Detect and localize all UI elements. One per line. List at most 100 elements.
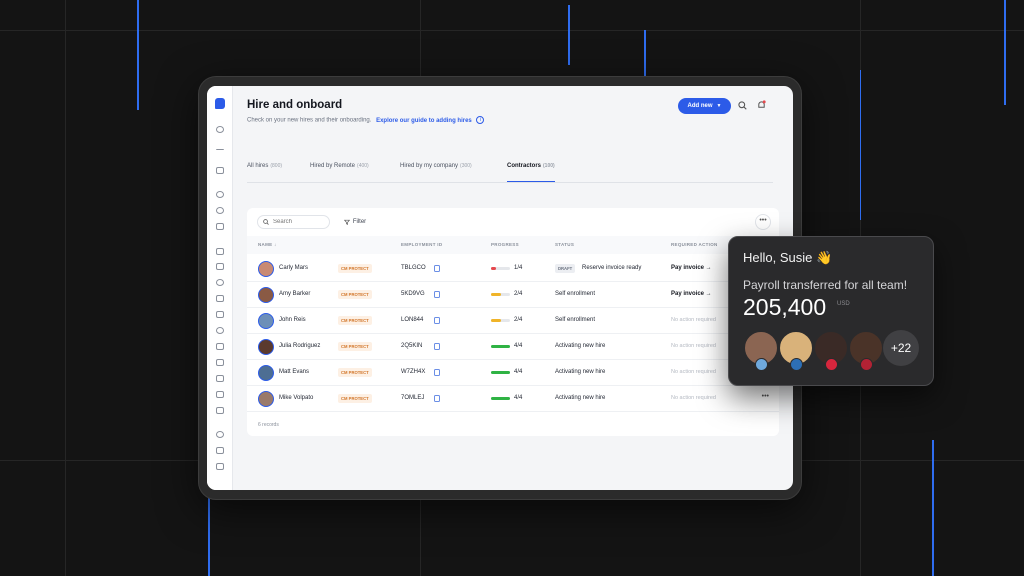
search-icon[interactable] — [738, 101, 747, 110]
status-text: Activating new hire — [555, 343, 606, 349]
column-header-status: STATUS — [555, 242, 575, 247]
copy-icon[interactable] — [434, 317, 440, 324]
profile-icon[interactable] — [216, 463, 224, 470]
table-row[interactable]: Mike Volpato CM PROTECT 7OMLEJ 4/4 Activ… — [247, 386, 779, 412]
tab-bar: All hires (800) Hired by Remote (400) Hire… — [247, 163, 773, 183]
records-count: 6 records — [258, 422, 279, 428]
employment-id: 7OMLEJ — [401, 395, 425, 401]
required-action-text: No action required — [671, 317, 716, 323]
calendar-icon[interactable] — [216, 248, 224, 255]
table-row[interactable]: Carly Mars CM PROTECT TBLGCO 1/4 DRAFT R… — [247, 256, 779, 282]
tab-label: All hires — [247, 163, 269, 169]
hires-table-card: Filter ••• NAME ↓ EMPLOYMENT ID PROGRESS… — [247, 208, 779, 436]
export-icon[interactable] — [216, 407, 224, 414]
search-icon[interactable] — [216, 126, 224, 133]
settings-icon[interactable] — [216, 431, 224, 438]
page-title: Hire and onboard — [247, 99, 343, 111]
progress-fill — [491, 397, 510, 400]
clock-icon[interactable] — [216, 279, 224, 286]
status-text: Reserve invoice ready — [582, 265, 642, 271]
progress-fill — [491, 267, 496, 270]
progress-fill — [491, 371, 510, 374]
side-rail — [207, 86, 233, 490]
document-icon[interactable] — [216, 167, 224, 174]
table-row[interactable]: Matt Evans CM PROTECT W7ZH4X 4/4 Activat… — [247, 360, 779, 386]
globe-icon[interactable] — [216, 191, 224, 198]
users-icon[interactable] — [216, 327, 224, 334]
background-gridline — [65, 0, 66, 576]
table-row[interactable]: Amy Barker CM PROTECT 5KD9VG 2/4 Self en… — [247, 282, 779, 308]
avatar — [258, 391, 274, 407]
protect-badge: CM PROTECT — [338, 394, 372, 403]
filter-button[interactable]: Filter — [337, 215, 373, 229]
progress-bar — [491, 267, 510, 270]
add-new-button[interactable]: Add new ▼ — [678, 98, 731, 114]
tab-contractors[interactable]: Contractors (100) — [507, 163, 555, 182]
main-content: Hire and onboard Check on your new hires… — [233, 86, 793, 490]
hire-name: John Reis — [279, 317, 306, 323]
table-header: NAME ↓ EMPLOYMENT ID PROGRESS STATUS REQ… — [247, 236, 779, 254]
table-row[interactable]: Julia Rodriguez CM PROTECT 2Q5KIN 4/4 Ac… — [247, 334, 779, 360]
chevron-down-icon: ▼ — [716, 103, 722, 109]
search-icon — [263, 219, 269, 225]
add-new-label: Add new — [687, 103, 713, 109]
more-options-button[interactable]: ••• — [755, 214, 771, 230]
flag-icon-sweden — [790, 358, 803, 371]
row-more-icon[interactable]: ••• — [762, 393, 769, 400]
list-icon[interactable] — [216, 263, 224, 270]
home-icon[interactable] — [216, 223, 224, 230]
payroll-notification-card: Hello, Susie 👋 Payroll transferred for a… — [728, 236, 934, 386]
tab-hired-by-my-company[interactable]: Hired by my company (300) — [400, 163, 472, 182]
table-row[interactable]: John Reis CM PROTECT LON844 2/4 Self enr… — [247, 308, 779, 334]
copy-icon[interactable] — [434, 343, 440, 350]
payroll-amount: 205,400 — [743, 294, 827, 320]
page-subtitle: Check on your new hires and their onboar… — [247, 116, 485, 124]
shield-icon[interactable] — [216, 359, 224, 366]
required-action-link[interactable]: Pay invoice → — [671, 291, 712, 297]
protect-badge: CM PROTECT — [338, 264, 372, 273]
report-icon[interactable] — [216, 391, 224, 398]
help-icon[interactable] — [216, 447, 224, 454]
badge-icon[interactable] — [216, 343, 224, 350]
copy-icon[interactable] — [434, 369, 440, 376]
share-icon[interactable] — [216, 207, 224, 214]
copy-icon[interactable] — [434, 291, 440, 298]
background-glow-line — [1004, 0, 1006, 105]
protect-badge: CM PROTECT — [338, 290, 372, 299]
column-header-name[interactable]: NAME ↓ — [258, 242, 277, 247]
copy-icon[interactable] — [434, 265, 440, 272]
employment-id: 5KD9VG — [401, 291, 425, 297]
employment-id: TBLGCO — [401, 265, 426, 271]
status-text: Activating new hire — [555, 369, 606, 375]
progress-label: 1/4 — [514, 265, 523, 271]
background-glow-line — [860, 70, 861, 220]
tab-hired-by-remote[interactable]: Hired by Remote (400) — [310, 163, 369, 182]
search-input[interactable] — [273, 219, 327, 225]
background-glow-line — [137, 0, 139, 110]
payroll-message: Payroll transferred for all team! — [743, 278, 908, 292]
tab-all-hires[interactable]: All hires (800) — [247, 163, 282, 182]
more-members-count[interactable]: +22 — [883, 330, 919, 366]
file-icon[interactable] — [216, 295, 224, 302]
copy-icon[interactable] — [434, 395, 440, 402]
required-action-link[interactable]: Pay invoice → — [671, 265, 712, 271]
hire-name: Mike Volpato — [279, 395, 314, 401]
info-icon[interactable]: i — [476, 116, 485, 124]
flag-icon-canada — [825, 358, 838, 371]
wallet-icon[interactable] — [216, 311, 224, 318]
guide-link[interactable]: Explore our guide to adding hires — [376, 118, 472, 124]
status-text: Self enrollment — [555, 317, 596, 323]
payroll-currency: USD — [837, 301, 850, 307]
background-glow-line — [932, 440, 934, 576]
required-action-text: No action required — [671, 369, 716, 375]
avatar — [258, 313, 274, 329]
bell-icon[interactable] — [757, 100, 766, 110]
remote-logo — [215, 98, 225, 109]
progress-label: 4/4 — [514, 343, 523, 349]
column-header-employment-id: EMPLOYMENT ID — [401, 242, 443, 247]
background-glow-line — [568, 5, 570, 65]
tablet-frame: Hire and onboard Check on your new hires… — [198, 76, 802, 500]
box-icon[interactable] — [216, 375, 224, 382]
collapse-icon[interactable] — [216, 149, 224, 151]
search-field[interactable] — [257, 215, 330, 229]
